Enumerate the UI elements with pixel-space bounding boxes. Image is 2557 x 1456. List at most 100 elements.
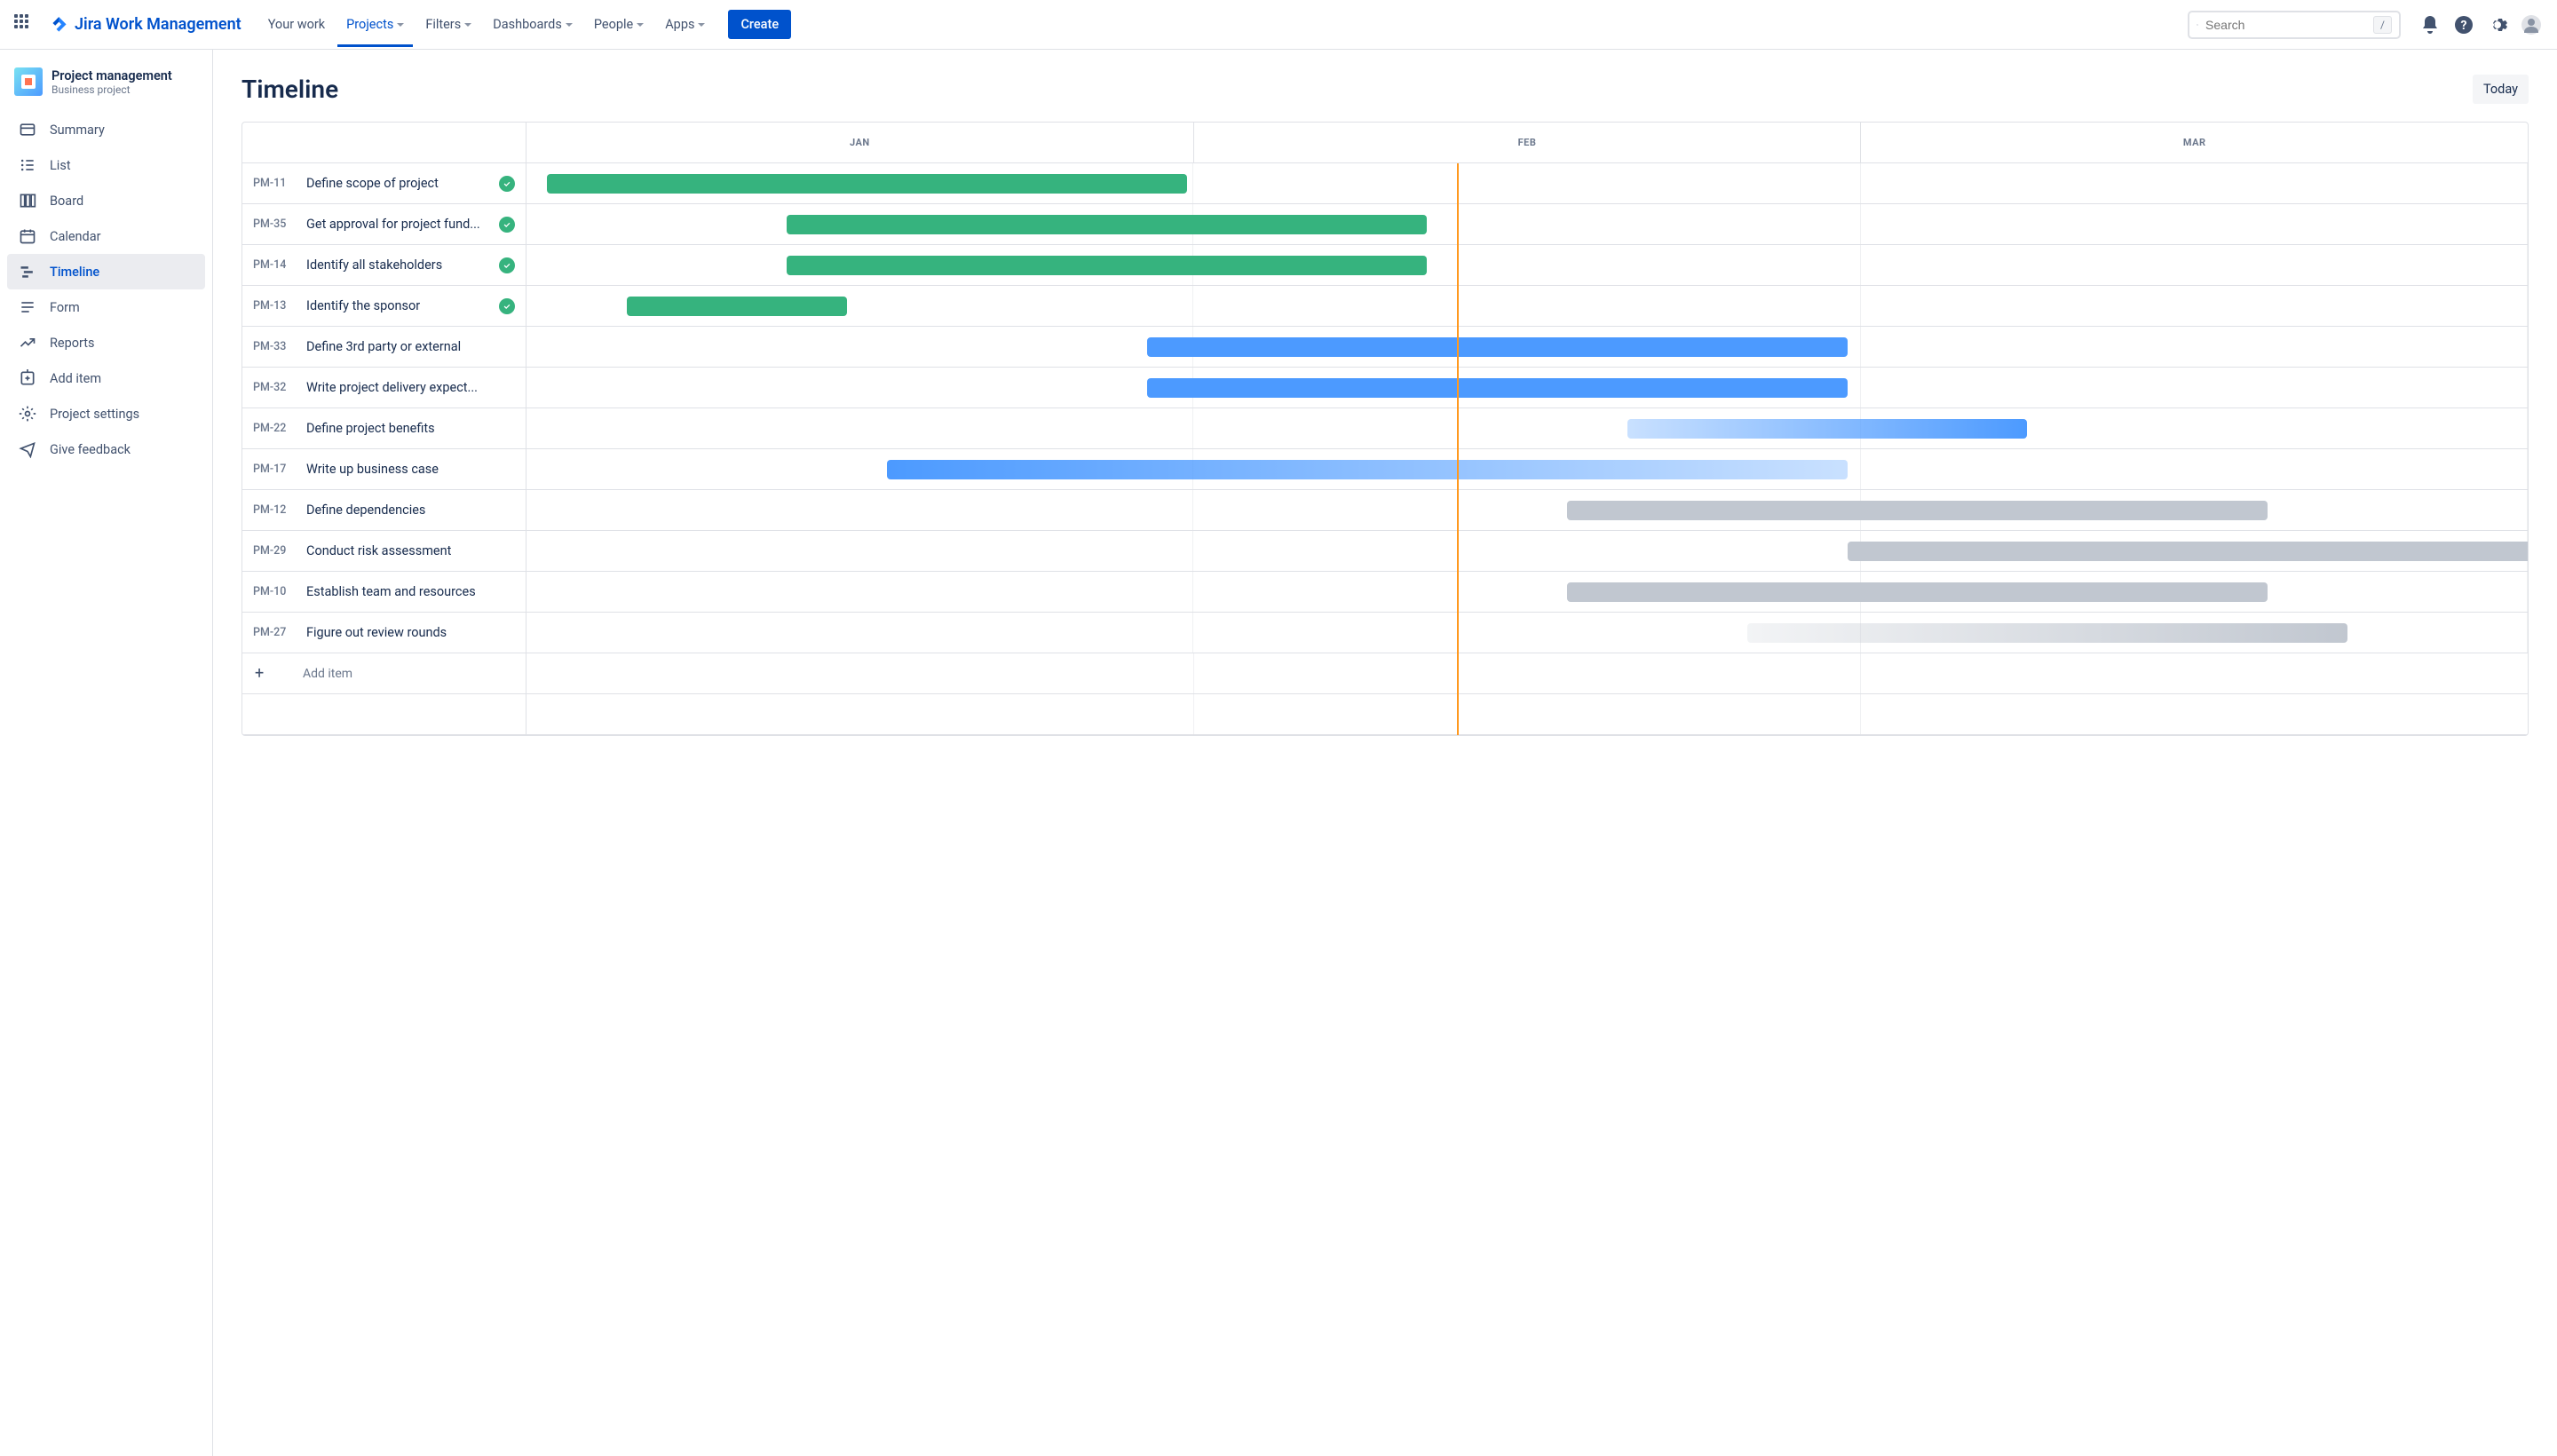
- task-name[interactable]: Figure out review rounds: [306, 625, 515, 640]
- sidebar-item-board[interactable]: Board: [7, 183, 205, 218]
- task-id[interactable]: PM-14: [253, 258, 294, 272]
- task-name[interactable]: Define scope of project: [306, 176, 487, 191]
- profile-avatar[interactable]: [2520, 13, 2543, 36]
- task-list-header: [242, 123, 526, 162]
- add-item-row[interactable]: +Add item: [242, 653, 2528, 694]
- timeline-row[interactable]: PM-27 Figure out review rounds: [242, 613, 2528, 653]
- app-switcher-icon[interactable]: [14, 14, 36, 36]
- task-name[interactable]: Identify the sponsor: [306, 298, 487, 313]
- bar-cell: [526, 449, 2528, 489]
- search-input[interactable]: [2205, 18, 2366, 32]
- project-name: Project management: [51, 68, 172, 83]
- summary-icon: [18, 120, 37, 139]
- timeline-row[interactable]: PM-11 Define scope of project: [242, 163, 2528, 204]
- main-content: Timeline Today JANFEBMAR PM-11Define sco…: [213, 50, 2557, 1456]
- task-id[interactable]: PM-33: [253, 340, 294, 353]
- gantt-bar[interactable]: [787, 256, 1427, 275]
- sidebar-item-add-item[interactable]: Add item: [7, 360, 205, 396]
- create-button[interactable]: Create: [728, 10, 791, 39]
- timeline-row[interactable]: PM-22 Define project benefits: [242, 408, 2528, 449]
- timeline-row[interactable]: PM-33 Define 3rd party or external: [242, 327, 2528, 368]
- nav-item-label: Filters: [425, 17, 461, 32]
- task-id[interactable]: PM-11: [253, 177, 294, 190]
- task-name[interactable]: Define dependencies: [306, 502, 515, 518]
- gantt-bar[interactable]: [1627, 419, 2028, 439]
- chevron-down-icon: [698, 23, 705, 27]
- product-logo[interactable]: Jira Work Management: [50, 15, 241, 35]
- gantt-bar[interactable]: [1147, 337, 1848, 357]
- bar-cell: [526, 286, 2528, 326]
- gantt-bar[interactable]: [1567, 582, 2268, 602]
- nav-item-your-work[interactable]: Your work: [259, 10, 334, 39]
- nav-item-apps[interactable]: Apps: [656, 10, 714, 39]
- task-id[interactable]: PM-10: [253, 585, 294, 598]
- today-button[interactable]: Today: [2473, 75, 2529, 104]
- timeline-row[interactable]: PM-29 Conduct risk assessment: [242, 531, 2528, 572]
- task-id[interactable]: PM-27: [253, 626, 294, 639]
- timeline-row[interactable]: PM-35 Get approval for project fund...: [242, 204, 2528, 245]
- notifications-icon[interactable]: [2418, 13, 2442, 36]
- task-name[interactable]: Define 3rd party or external: [306, 339, 515, 354]
- add-item-cell: +Add item: [242, 653, 526, 693]
- task-name[interactable]: Get approval for project fund...: [306, 217, 487, 232]
- empty-row: [242, 694, 2528, 735]
- gantt-bar[interactable]: [887, 460, 1848, 479]
- nav-item-dashboards[interactable]: Dashboards: [484, 10, 582, 39]
- list-icon: [18, 155, 37, 175]
- gantt-bar[interactable]: [1848, 542, 2529, 561]
- gantt-bar[interactable]: [1747, 623, 2347, 643]
- project-header[interactable]: Project management Business project: [7, 67, 205, 112]
- sidebar-item-give-feedback[interactable]: Give feedback: [7, 431, 205, 467]
- help-icon[interactable]: ?: [2452, 13, 2475, 36]
- sidebar-item-label: Board: [50, 194, 83, 209]
- task-cell: PM-33 Define 3rd party or external: [242, 327, 526, 367]
- task-id[interactable]: PM-17: [253, 463, 294, 476]
- sidebar-item-summary[interactable]: Summary: [7, 112, 205, 147]
- task-cell: PM-13 Identify the sponsor: [242, 286, 526, 326]
- task-id[interactable]: PM-13: [253, 299, 294, 313]
- task-cell: PM-27 Figure out review rounds: [242, 613, 526, 653]
- sidebar-item-project-settings[interactable]: Project settings: [7, 396, 205, 431]
- task-id[interactable]: PM-22: [253, 422, 294, 435]
- task-id[interactable]: PM-32: [253, 381, 294, 394]
- nav-items: Your workProjects Filters DashboardsPeople…: [259, 2, 715, 47]
- timeline-row[interactable]: PM-10 Establish team and resources: [242, 572, 2528, 613]
- sidebar-item-form[interactable]: Form: [7, 289, 205, 325]
- timeline-row[interactable]: PM-13 Identify the sponsor: [242, 286, 2528, 327]
- sidebar-item-calendar[interactable]: Calendar: [7, 218, 205, 254]
- task-name[interactable]: Identify all stakeholders: [306, 257, 487, 273]
- settings-icon[interactable]: [2486, 13, 2509, 36]
- nav-item-projects[interactable]: Projects: [337, 2, 413, 47]
- task-name[interactable]: Write project delivery expect...: [306, 380, 515, 395]
- sidebar-item-timeline[interactable]: Timeline: [7, 254, 205, 289]
- task-name[interactable]: Conduct risk assessment: [306, 543, 515, 558]
- done-status-icon: [499, 298, 515, 314]
- gantt-bar[interactable]: [547, 174, 1187, 194]
- task-id[interactable]: PM-35: [253, 218, 294, 231]
- task-name[interactable]: Write up business case: [306, 462, 515, 477]
- add-item-label: Add item: [303, 667, 352, 681]
- task-name[interactable]: Establish team and resources: [306, 584, 515, 599]
- gantt-bar[interactable]: [627, 297, 847, 316]
- task-id[interactable]: PM-12: [253, 503, 294, 517]
- nav-item-people[interactable]: People: [585, 10, 653, 39]
- done-status-icon: [499, 217, 515, 233]
- task-id[interactable]: PM-29: [253, 544, 294, 558]
- gantt-bar[interactable]: [787, 215, 1427, 234]
- task-cell: PM-32 Write project delivery expect...: [242, 368, 526, 408]
- gantt-bar[interactable]: [1567, 501, 2268, 520]
- sidebar-item-reports[interactable]: Reports: [7, 325, 205, 360]
- gantt-bar[interactable]: [1147, 378, 1848, 398]
- timeline-row[interactable]: PM-17 Write up business case: [242, 449, 2528, 490]
- sidebar-item-label: Add item: [50, 371, 101, 386]
- search-input-container[interactable]: /: [2188, 11, 2401, 39]
- task-name[interactable]: Define project benefits: [306, 421, 515, 436]
- timeline-row[interactable]: PM-12 Define dependencies: [242, 490, 2528, 531]
- nav-item-filters[interactable]: Filters: [416, 10, 480, 39]
- sidebar-item-label: Calendar: [50, 229, 101, 244]
- bar-cell: [526, 531, 2528, 571]
- timeline-row[interactable]: PM-14 Identify all stakeholders: [242, 245, 2528, 286]
- task-cell: PM-29 Conduct risk assessment: [242, 531, 526, 571]
- sidebar-item-list[interactable]: List: [7, 147, 205, 183]
- timeline-row[interactable]: PM-32 Write project delivery expect...: [242, 368, 2528, 408]
